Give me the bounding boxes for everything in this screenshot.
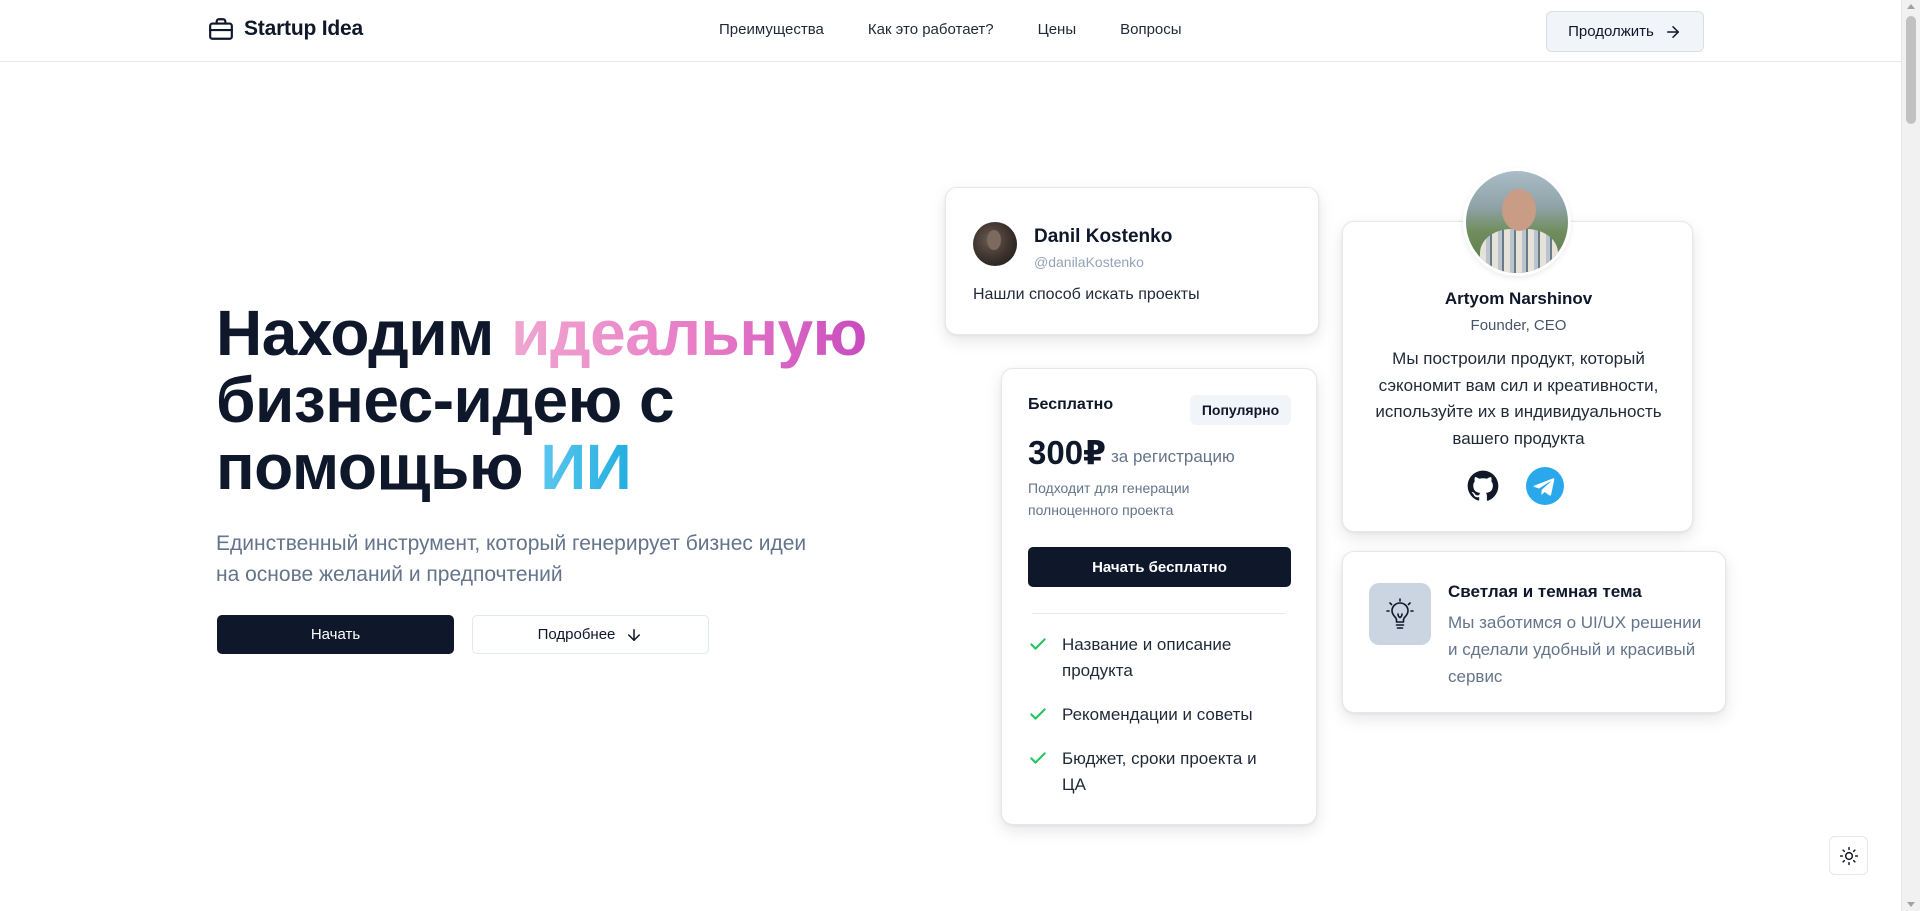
scroll-up-arrow-icon[interactable] bbox=[1907, 4, 1915, 9]
continue-button[interactable]: Продолжить bbox=[1546, 11, 1704, 52]
avatar bbox=[973, 222, 1017, 266]
feature-text: Рекомендации и советы bbox=[1062, 705, 1253, 724]
theme-toggle-button[interactable] bbox=[1829, 836, 1868, 875]
arrow-down-icon bbox=[628, 628, 641, 641]
theme-feature-card: Светлая и темная тема Мы заботимся о UI/… bbox=[1342, 551, 1726, 713]
scrollbar-thumb[interactable] bbox=[1906, 16, 1916, 124]
plan-description: Подходит для генерации полноценного прое… bbox=[1028, 480, 1190, 518]
theme-feature-text: Мы заботимся о UI/UX решении и сделали у… bbox=[1448, 613, 1702, 686]
more-button-label: Подробнее bbox=[537, 626, 616, 643]
nav-link-prices[interactable]: Цены bbox=[1038, 21, 1077, 38]
feature-text: Название и описание продукта bbox=[1062, 635, 1232, 680]
feature-text: Бюджет, сроки проекта и ЦА bbox=[1062, 749, 1257, 794]
lightbulb-icon-tile bbox=[1369, 583, 1431, 645]
logo[interactable]: Startup Idea bbox=[208, 16, 363, 42]
plan-price: 300₽ bbox=[1028, 434, 1107, 471]
nav-link-questions[interactable]: Вопросы bbox=[1120, 21, 1181, 38]
feature-item: Рекомендации и советы bbox=[1028, 702, 1278, 728]
founder-role: Founder, CEO bbox=[1470, 317, 1567, 334]
check-icon bbox=[1030, 708, 1046, 720]
testimonial-name: Danil Kostenko bbox=[1034, 226, 1173, 247]
founder-avatar bbox=[1463, 168, 1571, 276]
avatar-body bbox=[1480, 229, 1558, 273]
hero-title-highlight-ai: ИИ bbox=[540, 431, 632, 503]
founder-name: Artyom Narshinov bbox=[1444, 289, 1593, 308]
lightbulb-icon bbox=[1386, 598, 1414, 629]
start-button[interactable]: Начать bbox=[217, 615, 454, 654]
divider bbox=[1032, 613, 1285, 614]
testimonial-text: Нашли способ искать проекты bbox=[973, 286, 1200, 303]
hero-subtitle: Единственный инструмент, который генерир… bbox=[216, 532, 807, 586]
github-icon[interactable] bbox=[1467, 470, 1499, 502]
scroll-down-arrow-icon[interactable] bbox=[1907, 902, 1915, 907]
theme-feature-title: Светлая и темная тема bbox=[1448, 582, 1642, 601]
pricing-card: Бесплатно Популярно 300₽ за регистрацию … bbox=[1001, 368, 1317, 825]
logo-text: Startup Idea bbox=[244, 17, 363, 40]
telegram-icon[interactable] bbox=[1526, 467, 1564, 505]
more-button[interactable]: Подробнее bbox=[472, 615, 709, 654]
start-free-button[interactable]: Начать бесплатно bbox=[1028, 547, 1291, 587]
hero-title-highlight-ideal: идеальную bbox=[511, 297, 867, 369]
sun-icon bbox=[1839, 846, 1858, 865]
hero-title-part1: Находим bbox=[216, 297, 512, 369]
avatar-head bbox=[1502, 189, 1536, 231]
founder-quote: Мы построили продукт, который сэкономит … bbox=[1375, 349, 1662, 448]
site-header: Startup Idea Преимущества Как это работа… bbox=[0, 0, 1901, 62]
page-scrollbar[interactable] bbox=[1901, 0, 1920, 911]
hero-title: Находим идеальную бизнес-идею с помощью И… bbox=[216, 300, 916, 501]
testimonial-handle: @danilaKostenko bbox=[1034, 254, 1144, 270]
nav-link-advantages[interactable]: Преимущества bbox=[719, 21, 824, 38]
popular-badge: Популярно bbox=[1190, 395, 1291, 425]
check-icon bbox=[1030, 752, 1046, 764]
feature-item: Бюджет, сроки проекта и ЦА bbox=[1028, 746, 1278, 798]
plan-price-note: за регистрацию bbox=[1111, 447, 1235, 466]
arrow-right-icon bbox=[1666, 25, 1679, 38]
feature-item: Название и описание продукта bbox=[1028, 632, 1278, 684]
nav-link-how-it-works[interactable]: Как это работает? bbox=[868, 21, 994, 38]
check-icon bbox=[1030, 638, 1046, 650]
briefcase-icon bbox=[209, 18, 233, 40]
continue-button-label: Продолжить bbox=[1568, 23, 1654, 40]
testimonial-card: Danil Kostenko @danilaKostenko Нашли спо… bbox=[945, 187, 1319, 335]
main-nav: Преимущества Как это работает? Цены Вопр… bbox=[719, 21, 1182, 38]
plan-title: Бесплатно bbox=[1028, 396, 1114, 413]
